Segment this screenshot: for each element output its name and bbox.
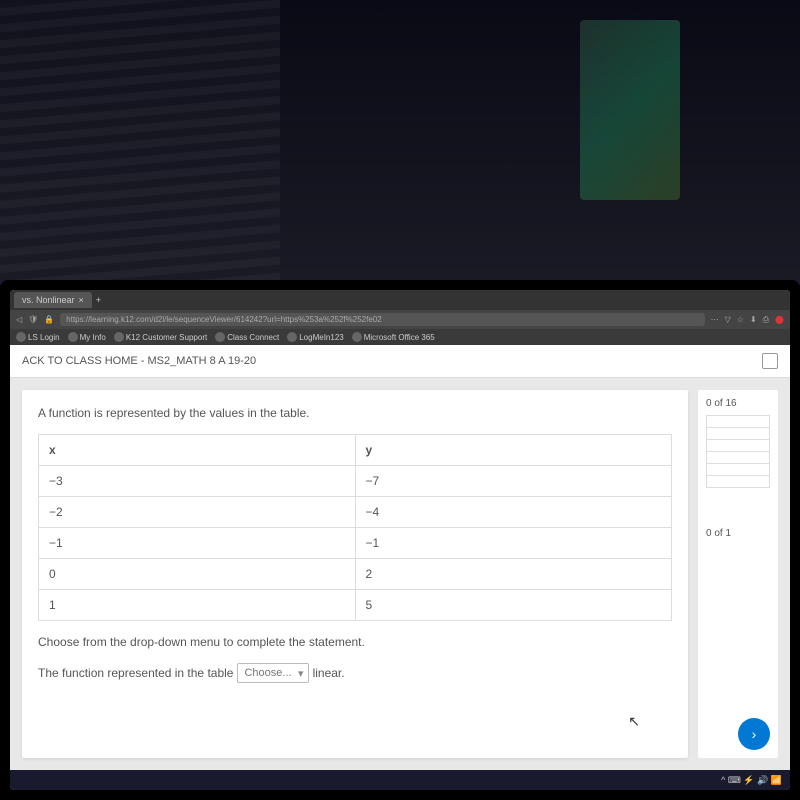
statement-before: The function represented in the table (38, 666, 233, 680)
progress-top: 0 of 16 (706, 398, 770, 409)
url-bar: ◁ 🛡 🔒 ⋯ ▽ ☆ ⬇ ⎙ ⬤ (10, 310, 790, 329)
table-row: 15 (39, 590, 672, 621)
table-header-x: x (39, 435, 356, 466)
statement-row: The function represented in the table Ch… (38, 663, 672, 683)
star-icon[interactable]: ☆ (737, 315, 744, 325)
new-tab-button[interactable]: + (96, 295, 101, 305)
record-icon[interactable]: ⬤ (775, 315, 784, 325)
wall-poster (580, 20, 680, 200)
instruction-text: Choose from the drop-down menu to comple… (38, 635, 672, 649)
page-header: ACK TO CLASS HOME - MS2_MATH 8 A 19-20 (10, 345, 790, 378)
windows-taskbar[interactable]: ^ ⌨ ⚡ 🔊 📶 (10, 770, 790, 790)
bookmarks-bar: LS Login My Info K12 Customer Support Cl… (10, 329, 790, 345)
library-icon[interactable]: ⎙ (763, 315, 769, 325)
lock-icon: 🔒 (44, 315, 54, 324)
back-icon[interactable]: ◁ (16, 315, 22, 324)
breadcrumb[interactable]: ACK TO CLASS HOME - MS2_MATH 8 A 19-20 (22, 355, 256, 367)
system-tray[interactable]: ^ ⌨ ⚡ 🔊 📶 (721, 775, 782, 786)
cursor-icon: ↖ (628, 713, 640, 730)
table-row: −1−1 (39, 528, 672, 559)
layout-toggle-icon[interactable] (762, 353, 778, 369)
table-header-y: y (355, 435, 672, 466)
bookmark-logmein[interactable]: LogMeIn123 (287, 332, 343, 342)
bookmark-class-connect[interactable]: Class Connect (215, 332, 279, 342)
shield-icon[interactable]: 🛡 (28, 315, 38, 324)
statement-after: linear. (313, 666, 345, 680)
bookmark-k12-support[interactable]: K12 Customer Support (114, 332, 207, 342)
screen: vs. Nonlinear × + ◁ 🛡 🔒 ⋯ ▽ ☆ ⬇ ⎙ ⬤ LS L… (10, 290, 790, 790)
room-background (0, 0, 800, 280)
progress-bottom: 0 of 1 (706, 528, 770, 539)
browser-tab[interactable]: vs. Nonlinear × (14, 292, 92, 308)
table-row: −3−7 (39, 466, 672, 497)
chevron-right-icon: › (752, 726, 757, 742)
url-input[interactable] (60, 313, 704, 326)
main-panel: A function is represented by the values … (22, 390, 688, 758)
monitor: vs. Nonlinear × + ◁ 🛡 🔒 ⋯ ▽ ☆ ⬇ ⎙ ⬤ LS L… (0, 280, 800, 800)
bookmark-my-info[interactable]: My Info (68, 332, 106, 342)
more-icon[interactable]: ⋯ (711, 315, 719, 325)
side-panel: 0 of 16 0 of 1 › (698, 390, 778, 758)
browser-tabs: vs. Nonlinear × + (10, 290, 790, 310)
pocket-icon[interactable]: ▽ (725, 315, 731, 325)
answer-dropdown[interactable]: Choose... (237, 663, 308, 683)
close-icon[interactable]: × (79, 295, 84, 305)
question-prompt: A function is represented by the values … (38, 406, 672, 420)
side-mini-table (706, 415, 770, 488)
tab-title: vs. Nonlinear (22, 295, 75, 305)
content-area: A function is represented by the values … (10, 378, 790, 770)
table-row: 02 (39, 559, 672, 590)
download-icon[interactable]: ⬇ (750, 315, 757, 325)
bookmark-office365[interactable]: Microsoft Office 365 (352, 332, 435, 342)
next-button[interactable]: › (738, 718, 770, 750)
function-table: x y −3−7 −2−4 −1−1 02 15 (38, 434, 672, 621)
window-blinds (0, 0, 280, 280)
table-row: −2−4 (39, 497, 672, 528)
bookmark-ls-login[interactable]: LS Login (16, 332, 60, 342)
